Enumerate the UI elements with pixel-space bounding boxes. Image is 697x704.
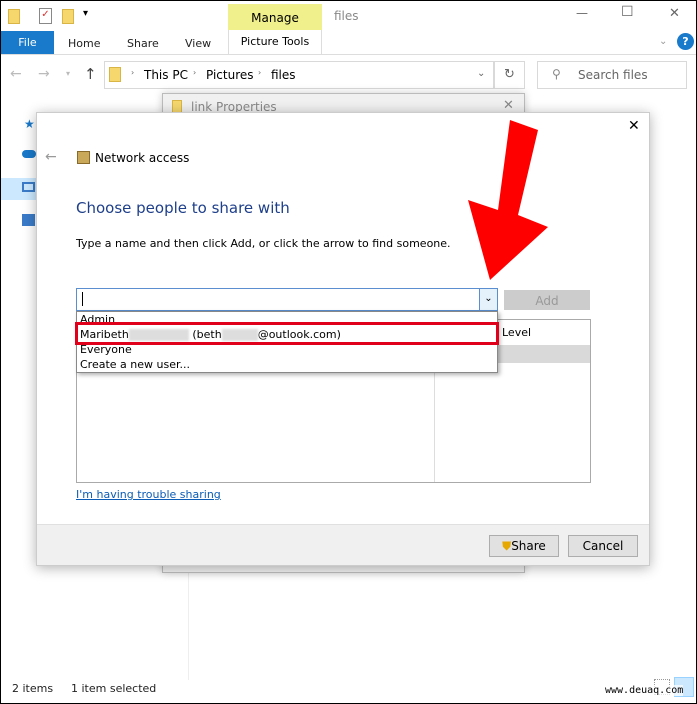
dialog-heading: Choose people to share with: [76, 199, 290, 217]
minimize-button[interactable]: —: [576, 6, 588, 20]
up-icon[interactable]: ↑: [84, 65, 97, 83]
dropdown-item-everyone[interactable]: Everyone: [80, 343, 132, 357]
crumb-this-pc[interactable]: This PC: [144, 68, 188, 82]
search-icon: ⚲: [552, 67, 561, 81]
column-level[interactable]: Level: [502, 326, 531, 339]
instruction-text: Type a name and then click Add, or click…: [76, 237, 451, 250]
folder-icon: [8, 9, 20, 24]
crumb-files[interactable]: files: [271, 68, 296, 82]
cancel-button[interactable]: Cancel: [568, 535, 638, 557]
manage-tab[interactable]: Manage: [228, 4, 322, 30]
close-icon[interactable]: ✕: [503, 98, 514, 113]
customize-toolbar-icon[interactable]: ▾: [83, 8, 88, 19]
quick-access-icon[interactable]: ★: [24, 117, 35, 131]
network-users-icon: [77, 151, 90, 164]
red-arrow-annotation: [468, 120, 548, 280]
trouble-sharing-link[interactable]: I'm having trouble sharing: [76, 488, 221, 501]
maximize-button[interactable]: ☐: [621, 4, 634, 20]
tab-view[interactable]: View: [185, 37, 211, 50]
pane-divider: [188, 560, 189, 680]
watermark: www.deuaq.com: [605, 685, 684, 696]
tab-picture-tools[interactable]: Picture Tools: [228, 30, 322, 54]
dialog-close-button[interactable]: ✕: [628, 118, 640, 134]
dialog-back-icon[interactable]: ←: [45, 149, 57, 165]
uac-shield-icon: ⛊: [502, 539, 512, 553]
highlight-box: [75, 322, 499, 345]
dialog-footer: ⛊Share Cancel: [37, 524, 649, 565]
dropdown-item-create-user[interactable]: Create a new user...: [80, 358, 190, 372]
status-item-count: 2 items: [12, 682, 54, 695]
tab-file[interactable]: File: [1, 31, 54, 54]
recent-icon[interactable]: ▾: [66, 69, 70, 78]
search-input[interactable]: ⚲ Search files: [537, 61, 687, 89]
crumb-pictures[interactable]: Pictures: [206, 68, 254, 82]
tab-home[interactable]: Home: [68, 37, 100, 50]
back-icon[interactable]: ←: [10, 66, 22, 82]
name-combobox[interactable]: ⌄: [76, 288, 498, 311]
help-icon[interactable]: ?: [677, 33, 694, 50]
text-cursor: [82, 292, 83, 306]
close-button[interactable]: ✕: [669, 6, 680, 21]
onedrive-icon[interactable]: [22, 150, 36, 158]
ribbon-divider: [1, 54, 696, 55]
address-dropdown-icon[interactable]: ⌄: [477, 68, 485, 79]
tab-share[interactable]: Share: [127, 37, 159, 50]
properties-icon[interactable]: ✓: [39, 8, 52, 24]
ribbon-expand-icon[interactable]: ⌄: [659, 36, 667, 47]
dropdown-arrow-button[interactable]: ⌄: [479, 289, 497, 310]
new-folder-icon[interactable]: [62, 9, 74, 24]
status-selection: 1 item selected: [71, 682, 157, 695]
address-bar[interactable]: › This PC › Pictures › files ⌄: [104, 61, 494, 89]
window-title: files: [334, 9, 359, 23]
refresh-button[interactable]: ↻: [494, 61, 525, 89]
forward-icon[interactable]: →: [38, 66, 50, 82]
this-pc-item[interactable]: [1, 178, 36, 200]
dialog-header: Network access: [95, 151, 190, 165]
network-icon[interactable]: [22, 214, 35, 226]
add-button[interactable]: Add: [504, 290, 590, 310]
share-button[interactable]: ⛊Share: [489, 535, 559, 557]
